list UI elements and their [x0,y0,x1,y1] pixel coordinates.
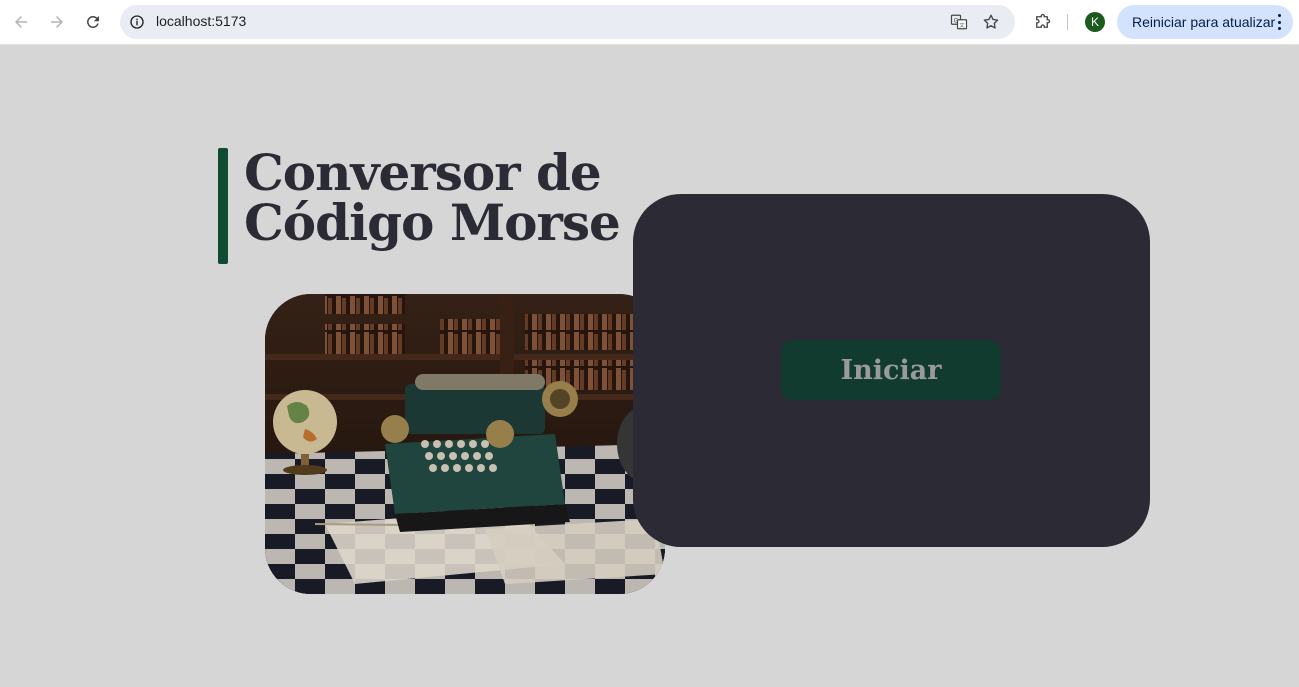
back-button[interactable] [7,8,35,36]
start-button[interactable]: Iniciar [781,340,1001,400]
reload-button[interactable] [79,8,107,36]
reload-icon [87,16,99,28]
profile-avatar[interactable]: K [1085,12,1105,32]
page-title-line2: Código Morse [244,193,621,252]
back-icon [15,16,27,28]
page-title-line1: Conversor de [244,143,602,202]
restart-to-update-label: Reiniciar para atualizar [1132,14,1276,30]
typewriter-image [265,294,665,594]
restart-to-update-button[interactable]: Reiniciar para atualizar [1117,5,1293,39]
page-title: Conversor de Código Morse [244,148,664,248]
toolbar-divider [1067,14,1068,30]
forward-button[interactable] [43,8,71,36]
forward-icon [51,16,63,28]
title-accent-bar [218,148,228,264]
extensions-icon[interactable] [1031,11,1053,33]
address-bar[interactable]: localhost:5173 G文 [120,5,1015,39]
site-info-icon[interactable] [128,13,146,31]
translate-icon[interactable]: G文 [949,12,969,32]
more-vert-icon[interactable] [1277,14,1281,30]
browser-toolbar: localhost:5173 G文 K Reiniciar para atual… [0,0,1299,45]
url-text[interactable]: localhost:5173 [156,13,246,29]
start-panel: Iniciar [633,194,1150,547]
bookmark-star-icon[interactable] [981,12,1001,32]
